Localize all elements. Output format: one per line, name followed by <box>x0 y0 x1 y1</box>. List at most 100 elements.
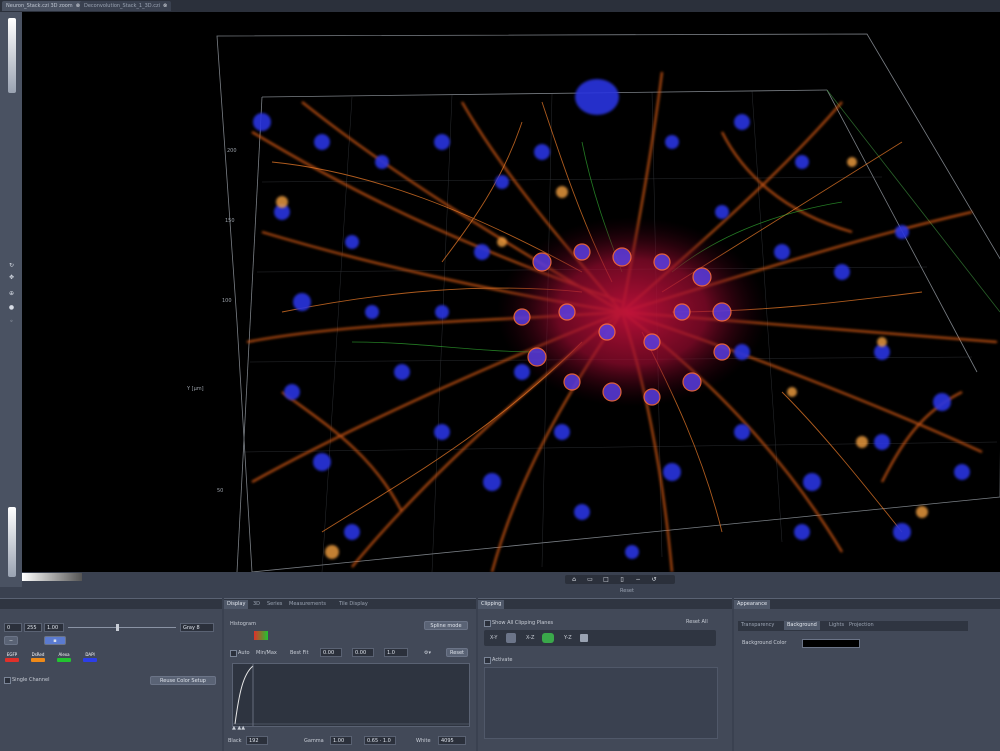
reset-view-icon[interactable]: ↺ <box>649 575 659 584</box>
document-tab-bar: Neuron_Stack.czi 3D zoom ⊗ Deconvolution_… <box>0 0 1000 12</box>
document-tab[interactable]: Deconvolution_Stack_1_3D.czi ⊗ <box>80 1 172 11</box>
clipping-settings-area <box>484 667 718 739</box>
tab-clipping[interactable]: Clipping <box>478 600 505 609</box>
neuron-render: 200 150 100 50 Y [µm] <box>186 33 1000 572</box>
move-icon[interactable]: ✥ <box>8 274 15 281</box>
axis-tick-label: 150 <box>225 218 235 224</box>
viewport-toolbar: ⌂ ▭ □ ▯ − ↺ <box>565 575 675 584</box>
tab-lights[interactable]: Lights <box>826 621 847 630</box>
min-value-field[interactable]: 0 <box>4 623 22 632</box>
tab-3d[interactable]: 3D <box>250 600 263 609</box>
brightness-slider[interactable] <box>8 18 16 93</box>
gamma-field[interactable]: 1.00 <box>44 623 64 632</box>
channel-button-dapi[interactable]: DAPI <box>82 652 98 663</box>
plane-xy-toggle[interactable] <box>506 633 516 643</box>
panel-tabbar <box>0 599 222 609</box>
appearance-titlebar: Appearance <box>734 599 1000 609</box>
black-label: Black <box>228 738 242 744</box>
bit-depth-select[interactable]: Gray 8 <box>180 623 214 632</box>
toolbar-label: Reset <box>620 588 634 594</box>
max-value-field[interactable]: 255 <box>24 623 42 632</box>
plane-yz-toggle[interactable] <box>580 634 588 642</box>
axis-tick-label: 200 <box>227 148 237 154</box>
zoom-icon[interactable]: ⊕ <box>8 290 15 297</box>
appearance-title[interactable]: Appearance <box>734 600 771 609</box>
zoom-slider[interactable] <box>8 507 16 577</box>
white-field[interactable]: 4095 <box>438 736 466 745</box>
channel-button-dsred[interactable]: DsRed <box>30 652 46 663</box>
black-field[interactable]: 192 <box>246 736 268 745</box>
tab-tile-display[interactable]: Tile Display <box>336 600 371 609</box>
zoom-out-button[interactable]: − <box>4 636 18 645</box>
single-channel-checkbox[interactable] <box>4 677 11 684</box>
document-tab[interactable]: Neuron_Stack.czi 3D zoom ⊗ <box>2 1 84 11</box>
reset-all-link[interactable]: Reset All <box>686 619 708 625</box>
gamma-range-field[interactable]: 0.65 · 1.0 <box>364 736 396 745</box>
reset-button[interactable]: Reset <box>446 648 468 657</box>
clipping-panel: Clipping Show All Clipping Planes Reset … <box>478 598 732 751</box>
tab-projection[interactable]: Projection <box>846 621 877 630</box>
channel-options-icon[interactable]: ⚙▾ <box>424 650 431 656</box>
layout-icon[interactable]: ▭ <box>585 575 595 584</box>
clipping-tabbar: Clipping <box>478 599 732 609</box>
plane-yz-label[interactable]: Y-Z <box>564 635 572 641</box>
white-label: White <box>416 738 431 744</box>
gamma-label: Gamma <box>304 738 324 744</box>
slider-handle[interactable] <box>116 624 119 631</box>
3d-render-viewport[interactable]: 200 150 100 50 Y [µm] <box>22 12 1000 572</box>
tab-label: Deconvolution_Stack_1_3D.czi <box>84 3 160 9</box>
axis-label: Y [µm] <box>186 386 204 392</box>
channel-toggle[interactable] <box>254 631 268 640</box>
tab-background[interactable]: Background <box>784 621 820 630</box>
show-all-label: Show All Clipping Planes <box>492 620 554 626</box>
percent-field[interactable]: 0.00 <box>352 648 374 657</box>
histogram-title: Histogram <box>230 621 256 627</box>
channel-button-egfp[interactable]: EGFP <box>4 652 20 663</box>
tab-transparency[interactable]: Transparency <box>738 621 777 630</box>
background-color-label: Background Color <box>742 640 787 646</box>
display-tabbar: Display 3D Series Measurements Tile Disp… <box>224 599 476 609</box>
pan-icon[interactable]: ◦ <box>8 318 15 325</box>
background-color-swatch[interactable] <box>802 639 860 648</box>
gamma-box[interactable]: 1.0 <box>384 648 408 657</box>
viewport-footer <box>22 572 1000 598</box>
axis-tick-label: 50 <box>217 488 223 494</box>
auto-checkbox[interactable] <box>230 650 237 657</box>
intensity-gradient-bar <box>22 573 82 581</box>
select-icon[interactable]: ● <box>8 304 15 311</box>
home-icon[interactable]: ⌂ <box>569 575 579 584</box>
gamma-field[interactable]: 1.00 <box>330 736 352 745</box>
split-icon[interactable]: ▯ <box>617 575 627 584</box>
channel-label: DAPI <box>85 652 95 657</box>
tab-display[interactable]: Display <box>224 600 249 609</box>
plane-xz-toggle[interactable] <box>542 633 554 643</box>
channels-panel: 0 255 1.00 Gray 8 − ▪ EGFP DsRed Alexa D… <box>0 598 222 751</box>
histogram-curve <box>233 664 469 726</box>
single-channel-label: Single Channel <box>12 677 50 683</box>
activate-checkbox[interactable] <box>484 657 491 664</box>
close-icon[interactable]: ⊗ <box>163 3 167 9</box>
channel-label: DsRed <box>31 652 45 657</box>
rotate-icon[interactable]: ↻ <box>8 262 15 269</box>
fullscreen-icon[interactable]: □ <box>601 575 611 584</box>
best-fit-label: Best Fit <box>290 650 309 656</box>
minus-icon[interactable]: − <box>633 575 643 584</box>
black-handle-icon[interactable]: ▲ ▲▲ <box>232 725 245 731</box>
plane-xy-label[interactable]: X-Y <box>490 635 497 641</box>
auto-label: Auto <box>238 650 250 656</box>
tab-measurements[interactable]: Measurements <box>286 600 329 609</box>
plane-xz-label[interactable]: X-Z <box>526 635 534 641</box>
histogram-plot[interactable] <box>232 663 470 727</box>
show-all-checkbox[interactable] <box>484 620 491 627</box>
tab-label: Neuron_Stack.czi 3D zoom <box>6 3 73 9</box>
channel-button-alexa[interactable]: Alexa <box>56 652 72 663</box>
best-fit-field[interactable]: 0.00 <box>320 648 342 657</box>
appearance-panel: Appearance Transparency Background Light… <box>734 598 1000 751</box>
activate-label: Activate <box>492 657 513 663</box>
reuse-color-setup-button[interactable]: Reuse Color Setup <box>150 676 216 685</box>
apply-button[interactable]: ▪ <box>44 636 66 645</box>
display-slider[interactable] <box>68 627 176 628</box>
spline-mode-button[interactable]: Spline mode <box>424 621 468 630</box>
tab-series[interactable]: Series <box>264 600 285 609</box>
axis-tick-label: 100 <box>222 298 232 304</box>
